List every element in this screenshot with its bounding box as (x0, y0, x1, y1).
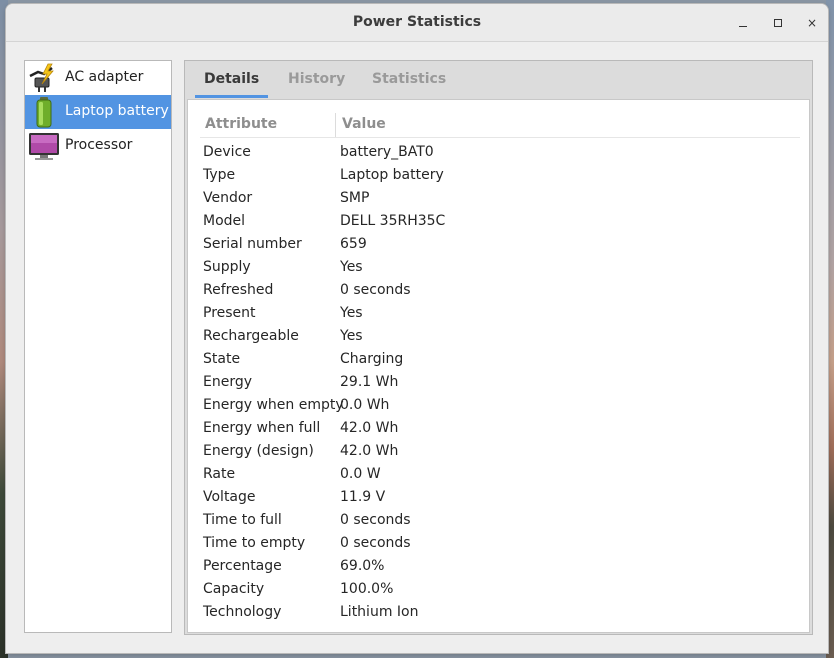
sidebar-item-ac-adapter[interactable]: AC adapter (25, 61, 171, 95)
table-row[interactable]: Capacity 100.0% (188, 578, 809, 601)
attribute-cell: Rate (203, 466, 236, 482)
value-cell: Lithium Ion (340, 604, 419, 620)
table-row[interactable]: Type Laptop battery (188, 164, 809, 187)
attribute-cell: Present (203, 305, 256, 321)
attribute-cell: Device (203, 144, 251, 160)
titlebar[interactable]: Power Statistics × (6, 4, 828, 42)
attribute-cell: Energy when empty (203, 397, 344, 413)
tab-history[interactable]: History (288, 71, 345, 87)
table-row[interactable]: Present Yes (188, 302, 809, 325)
table-row[interactable]: Technology Lithium Ion (188, 601, 809, 624)
tab-details[interactable]: Details (204, 71, 259, 87)
value-cell: 659 (340, 236, 367, 252)
value-cell: 42.0 Wh (340, 443, 399, 459)
table-row[interactable]: Energy (design) 42.0 Wh (188, 440, 809, 463)
table-row[interactable]: Energy when full 42.0 Wh (188, 417, 809, 440)
tab-statistics[interactable]: Statistics (372, 71, 446, 87)
table-row[interactable]: Refreshed 0 seconds (188, 279, 809, 302)
attribute-cell: Technology (203, 604, 282, 620)
value-cell: 0 seconds (340, 282, 411, 298)
details-page: Attribute Value Device battery_BAT0 Type La… (187, 99, 810, 633)
maximize-icon (774, 19, 782, 27)
header-divider (200, 137, 800, 138)
table-row[interactable]: Supply Yes (188, 256, 809, 279)
value-cell: 69.0% (340, 558, 385, 574)
value-cell: Laptop battery (340, 167, 444, 183)
table-row[interactable]: Voltage 11.9 V (188, 486, 809, 509)
battery-icon (28, 96, 60, 128)
value-cell: 42.0 Wh (340, 420, 399, 436)
table-row[interactable]: Rate 0.0 W (188, 463, 809, 486)
attribute-cell: Supply (203, 259, 251, 275)
sidebar-item-label: Laptop battery (65, 103, 169, 119)
sidebar-item-laptop-battery[interactable]: Laptop battery (25, 95, 171, 129)
value-cell: 0 seconds (340, 512, 411, 528)
attribute-cell: Serial number (203, 236, 302, 252)
attribute-cell: Model (203, 213, 246, 229)
attribute-cell: Voltage (203, 489, 256, 505)
value-cell: Charging (340, 351, 404, 367)
table-row[interactable]: Serial number 659 (188, 233, 809, 256)
value-cell: SMP (340, 190, 370, 206)
table-row[interactable]: Time to full 0 seconds (188, 509, 809, 532)
attribute-cell: Refreshed (203, 282, 274, 298)
attribute-cell: Vendor (203, 190, 253, 206)
sidebar-item-label: Processor (65, 137, 133, 153)
value-cell: 100.0% (340, 581, 394, 597)
attribute-cell: Type (203, 167, 236, 183)
table-row[interactable]: Percentage 69.0% (188, 555, 809, 578)
value-cell: 11.9 V (340, 489, 386, 505)
device-list: AC adapter Laptop battery Processor (24, 60, 172, 633)
table-row[interactable]: Device battery_BAT0 (188, 141, 809, 164)
value-cell: Yes (340, 328, 363, 344)
table-row[interactable]: Energy when empty 0.0 Wh (188, 394, 809, 417)
close-button[interactable]: × (801, 12, 823, 34)
table-row[interactable]: Vendor SMP (188, 187, 809, 210)
power-statistics-window: Power Statistics × AC adapter Laptop bat… (6, 4, 828, 653)
value-cell: 0 seconds (340, 535, 411, 551)
details-notebook: Details History Statistics Attribute Val… (184, 60, 813, 635)
attribute-cell: Time to empty (203, 535, 306, 551)
table-row[interactable]: Energy 29.1 Wh (188, 371, 809, 394)
minimize-button[interactable] (732, 12, 754, 34)
value-cell: 0.0 W (340, 466, 381, 482)
close-icon: × (806, 16, 818, 30)
attribute-cell: Energy (design) (203, 443, 314, 459)
maximize-button[interactable] (767, 12, 789, 34)
table-row[interactable]: Time to empty 0 seconds (188, 532, 809, 555)
column-separator (335, 113, 336, 137)
value-cell: 29.1 Wh (340, 374, 399, 390)
ac-adapter-icon (28, 62, 60, 94)
attribute-cell: Capacity (203, 581, 265, 597)
attribute-cell: State (203, 351, 241, 367)
value-cell: 0.0 Wh (340, 397, 390, 413)
column-header-value[interactable]: Value (342, 116, 386, 132)
value-cell: Yes (340, 305, 363, 321)
monitor-icon (28, 130, 60, 162)
tab-bar: Details History Statistics (185, 61, 812, 98)
value-cell: DELL 35RH35C (340, 213, 446, 229)
table-row[interactable]: Model DELL 35RH35C (188, 210, 809, 233)
value-cell: battery_BAT0 (340, 144, 434, 160)
attribute-cell: Rechargeable (203, 328, 299, 344)
attribute-cell: Energy (203, 374, 253, 390)
attribute-cell: Percentage (203, 558, 282, 574)
table-row[interactable]: State Charging (188, 348, 809, 371)
attribute-cell: Time to full (203, 512, 282, 528)
minimize-icon (739, 26, 747, 27)
column-header-attribute[interactable]: Attribute (205, 116, 277, 132)
value-cell: Yes (340, 259, 363, 275)
active-tab-indicator (195, 95, 268, 98)
table-row[interactable]: Rechargeable Yes (188, 325, 809, 348)
sidebar-item-label: AC adapter (65, 69, 144, 85)
attribute-cell: Energy when full (203, 420, 321, 436)
window-title: Power Statistics (352, 14, 482, 30)
sidebar-item-processor[interactable]: Processor (25, 129, 171, 163)
